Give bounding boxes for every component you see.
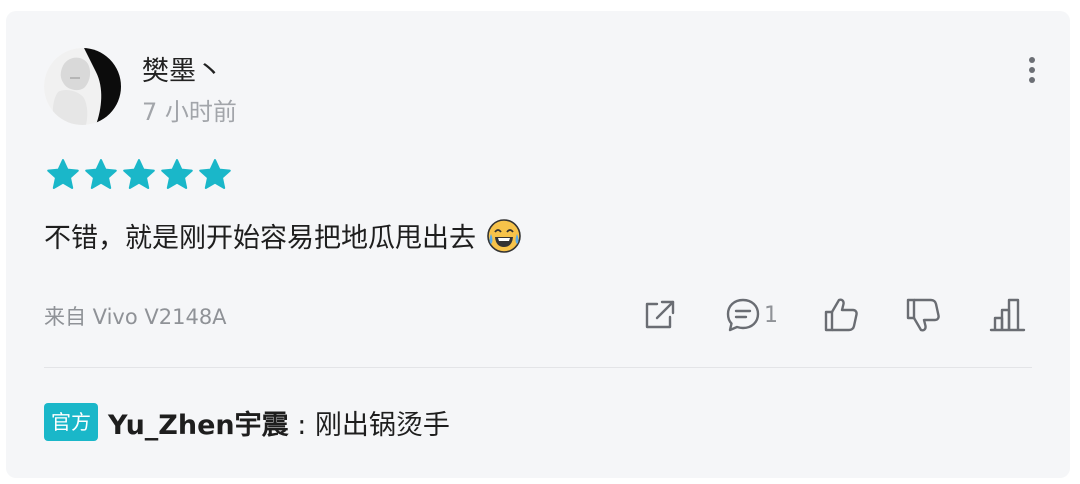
share-button[interactable] (640, 296, 678, 336)
official-badge: 官方 (44, 403, 98, 441)
more-vertical-icon[interactable] (1020, 56, 1044, 84)
star-icon (123, 159, 155, 189)
share-icon (645, 300, 675, 329)
thumbs-up-icon (824, 298, 858, 332)
avatar[interactable] (44, 48, 121, 125)
chart-icon (989, 298, 1026, 332)
star-icon (85, 159, 117, 189)
like-button[interactable] (822, 296, 860, 336)
thumbs-down-icon (906, 298, 940, 332)
dislike-button[interactable] (904, 296, 942, 336)
stats-button[interactable] (988, 296, 1026, 336)
comment-icon (726, 298, 760, 332)
username[interactable]: 樊墨丶 (142, 56, 223, 88)
comment-button[interactable]: 1 (724, 296, 794, 336)
review-text: 不错，就是刚开始容易把地瓜甩出去 (44, 223, 476, 254)
star-icon (161, 159, 193, 189)
official-reply[interactable]: 官方 Yu_Zhen宇震 : 刚出锅烫手 (44, 402, 450, 442)
star-icon (47, 159, 79, 189)
official-reply-line: Yu_Zhen宇震 : 刚出锅烫手 (108, 403, 450, 442)
device-info: 来自 Vivo V2148A (44, 305, 227, 329)
reply-author[interactable]: Yu_Zhen宇震 (108, 410, 289, 441)
reply-text: 刚出锅烫手 (314, 409, 450, 441)
star-icon (199, 159, 231, 189)
laughing-emoji-icon (486, 219, 521, 253)
rating-stars (46, 158, 236, 194)
timestamp: 7 小时前 (142, 98, 237, 126)
comment-count: 1 (764, 303, 778, 328)
review-text-line: 不错，就是刚开始容易把地瓜甩出去 (44, 219, 521, 259)
reply-separator: : (288, 409, 315, 441)
divider (44, 367, 1032, 368)
